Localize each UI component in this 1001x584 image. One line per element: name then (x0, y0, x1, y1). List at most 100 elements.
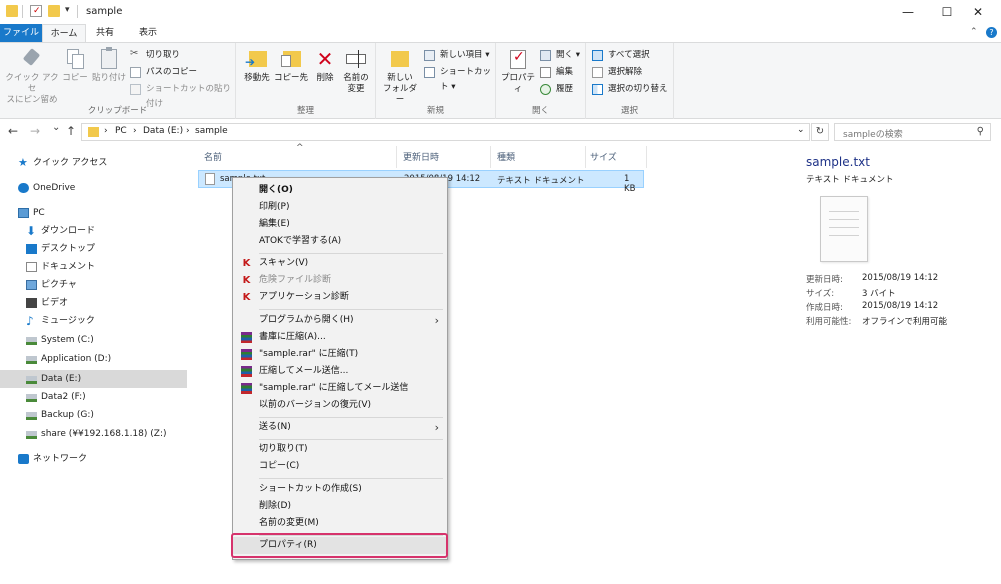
delete-label: 削除 (316, 73, 334, 83)
nav-item[interactable]: ★ クイック アクセス (0, 154, 187, 172)
menu-item-open[interactable]: 開く(O) (233, 182, 447, 199)
new-item-button[interactable]: 新しい項目 ▾ (424, 48, 489, 63)
nav-item-label: OneDrive (33, 183, 76, 193)
move-to-button[interactable]: ➔ 移動先 (240, 47, 274, 84)
customize-quick-access-icon[interactable]: ▾ (65, 5, 70, 15)
column-separator[interactable] (490, 146, 491, 168)
select-none-button[interactable]: 選択解除 (592, 65, 642, 80)
tab-home[interactable]: ホーム (42, 24, 86, 42)
menu-item-compress-rar[interactable]: "sample.rar" に圧縮(T) (233, 346, 447, 363)
invert-selection-button[interactable]: 選択の切り替え (592, 82, 668, 97)
menu-item-restore-previous[interactable]: 以前のバージョンの復元(V) (233, 397, 447, 414)
copy-button[interactable]: コピー (60, 47, 90, 84)
up-button[interactable]: ↑ (66, 124, 76, 138)
collapse-ribbon-icon[interactable]: ⌃ (970, 27, 978, 37)
nav-item[interactable]: ドキュメント (0, 258, 187, 276)
forward-button[interactable]: → (30, 124, 40, 138)
nav-item[interactable]: ビデオ (0, 294, 187, 312)
delete-button[interactable]: ✕ 削除 (312, 47, 338, 84)
nav-item[interactable]: デスクトップ (0, 240, 187, 258)
edit-icon (540, 67, 551, 78)
properties-quick-icon[interactable]: ✓ (30, 5, 42, 17)
column-header-name[interactable]: 名前 (204, 150, 222, 163)
breadcrumb-pc[interactable]: PC (115, 126, 127, 136)
nav-item[interactable]: share (¥¥192.168.1.18) (Z:) (0, 425, 187, 443)
nav-item[interactable]: ネットワーク (0, 450, 187, 468)
menu-item-send-to[interactable]: 送る(N) › (233, 419, 447, 436)
new-item-icon (424, 50, 435, 61)
menu-item-compress-rar-email[interactable]: "sample.rar" に圧縮してメール送信 (233, 380, 447, 397)
column-separator[interactable] (585, 146, 586, 168)
properties-ribbon-button[interactable]: ✓ プロパティ (498, 47, 538, 95)
new-folder-label-1: 新しい (387, 73, 413, 83)
nav-item[interactable]: Application (D:) (0, 350, 187, 368)
select-all-button[interactable]: すべて選択 (592, 48, 650, 63)
nav-item[interactable]: OneDrive (0, 179, 187, 197)
tab-file[interactable]: ファイル (0, 24, 42, 42)
back-button[interactable]: ← (8, 124, 18, 138)
close-button[interactable]: ✕ (955, 0, 1001, 24)
menu-item-label: "sample.rar" に圧縮(T) (259, 349, 359, 359)
search-box[interactable]: sampleの検索 ⚲ (834, 123, 991, 141)
copy-to-button[interactable]: コピー先 (274, 47, 308, 84)
detail-field-label: 作成日時: (806, 303, 843, 313)
tab-view[interactable]: 表示 (128, 24, 168, 42)
open-button[interactable]: 開く ▾ (540, 48, 580, 63)
column-header-date[interactable]: 更新日時 (403, 150, 439, 163)
column-separator[interactable] (396, 146, 397, 168)
nav-item[interactable]: ピクチャ (0, 276, 187, 294)
address-dropdown-icon[interactable]: ⌄ (797, 125, 805, 135)
tab-share[interactable]: 共有 (88, 24, 122, 42)
easy-access-button[interactable]: ショートカット ▾ (424, 65, 495, 92)
menu-separator (259, 309, 443, 310)
menu-item-create-shortcut[interactable]: ショートカットの作成(S) (233, 481, 447, 498)
paste-shortcut-button[interactable]: ショートカットの貼り付け (130, 82, 235, 109)
cut-button[interactable]: ✂ 切り取り (130, 48, 180, 63)
menu-item-open-with[interactable]: プログラムから開く(H) › (233, 312, 447, 329)
menu-item-print[interactable]: 印刷(P) (233, 199, 447, 216)
nav-item[interactable]: Data2 (F:) (0, 388, 187, 406)
nav-item-label: share (¥¥192.168.1.18) (Z:) (41, 429, 167, 439)
menu-item-cut[interactable]: 切り取り(T) (233, 441, 447, 458)
copy-path-button[interactable]: パスのコピー (130, 65, 197, 80)
detail-filetype: テキスト ドキュメント (806, 175, 894, 185)
pin-quick-access-button[interactable]: クイック アクセ スにピン留め (4, 47, 60, 106)
nav-item-label: Data2 (F:) (41, 392, 86, 402)
menu-item-risk-diagnosis[interactable]: K 危険ファイル診断 (233, 272, 447, 289)
nav-item[interactable]: ♪ ミュージック (0, 312, 187, 330)
menu-item-scan[interactable]: K スキャン(V) (233, 255, 447, 272)
nav-item[interactable]: Backup (G:) (0, 406, 187, 424)
rename-icon (344, 47, 368, 71)
breadcrumb-sample[interactable]: sample (195, 126, 228, 136)
rename-button[interactable]: 名前の 変更 (340, 47, 372, 95)
menu-item-copy[interactable]: コピー(C) (233, 458, 447, 475)
copy-icon (63, 47, 87, 71)
edit-button[interactable]: 編集 (540, 65, 573, 80)
menu-item-app-diagnosis[interactable]: K アプリケーション診断 (233, 289, 447, 306)
new-folder-quick-icon[interactable] (48, 5, 60, 17)
help-icon[interactable]: ? (986, 27, 997, 38)
group-label-organize: 整理 (296, 106, 314, 116)
column-separator[interactable] (646, 146, 647, 168)
menu-item-rename[interactable]: 名前の変更(M) (233, 515, 447, 532)
recent-locations-button[interactable]: ⌄ (52, 122, 60, 133)
navigation-pane: ★ クイック アクセス OneDrive PC ⬇ ダウンロード デスクトップ ドキュメントピ… (0, 146, 188, 584)
menu-item-atok[interactable]: ATOKで学習する(A) (233, 233, 447, 250)
menu-item-compress-email[interactable]: 圧縮してメール送信... (233, 363, 447, 380)
paste-button[interactable]: 貼り付け (90, 47, 128, 84)
history-button[interactable]: 履歴 (540, 82, 573, 97)
address-box[interactable]: › PC › Data (E:) › sample ⌄ (81, 123, 810, 141)
menu-item-delete[interactable]: 削除(D) (233, 498, 447, 515)
nav-item[interactable]: ⬇ ダウンロード (0, 222, 187, 240)
refresh-button[interactable]: ↻ (811, 123, 829, 141)
breadcrumb-data-e[interactable]: Data (E:) (143, 126, 183, 136)
menu-item-edit[interactable]: 編集(E) (233, 216, 447, 233)
menu-item-add-archive[interactable]: 書庫に圧縮(A)... (233, 329, 447, 346)
new-folder-button[interactable]: 新しい フォルダー (380, 47, 420, 106)
nav-item[interactable]: PC (0, 204, 187, 222)
column-header-size[interactable]: サイズ (590, 150, 617, 163)
nav-item[interactable]: System (C:) (0, 331, 187, 349)
column-header-type[interactable]: 種類 (497, 150, 515, 163)
nav-item[interactable]: Data (E:) (0, 370, 187, 388)
menu-separator (259, 253, 443, 254)
